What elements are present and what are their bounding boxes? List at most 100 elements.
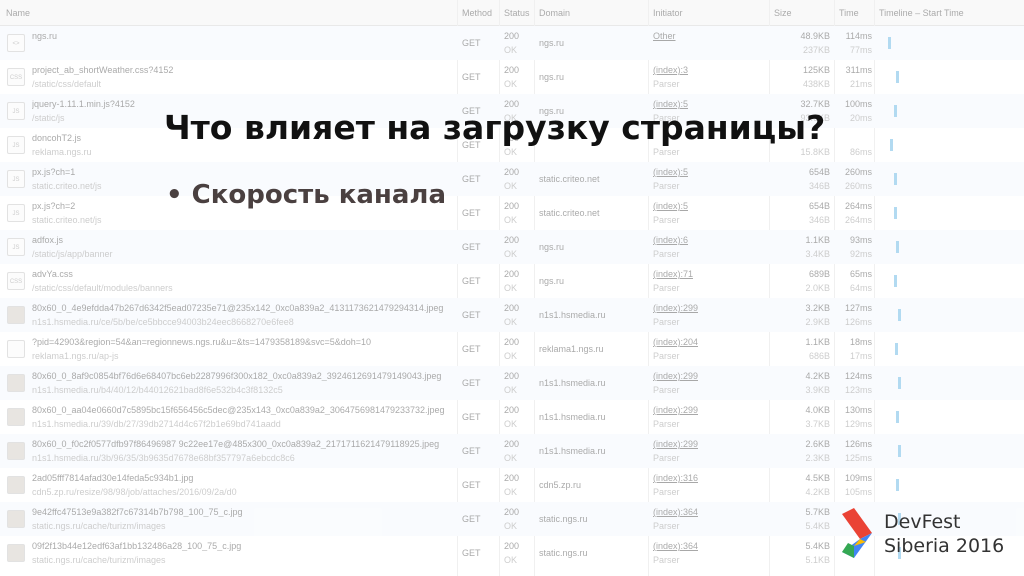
- request-status-text: OK: [504, 351, 518, 361]
- request-initiator[interactable]: (index):299: [653, 371, 698, 381]
- request-initiator[interactable]: (index):299: [653, 303, 698, 313]
- table-row[interactable]: 80x60_0_f0c2f0577dfb97f86496987 9c22ee17…: [0, 434, 1024, 468]
- request-time: 100ms: [844, 99, 872, 109]
- table-row[interactable]: <> ngs.ru GET 200 OK ngs.ru Other 48.9KB 237KB 11…: [0, 26, 1024, 60]
- timeline-bar: [896, 71, 899, 83]
- timeline-bar: [896, 411, 899, 423]
- column-timeline[interactable]: Timeline – Start Time: [879, 8, 964, 18]
- request-initiator[interactable]: (index):204: [653, 337, 698, 347]
- request-initiator[interactable]: (index):299: [653, 439, 698, 449]
- request-method: GET: [462, 242, 481, 252]
- request-domain: ngs.ru: [539, 242, 565, 252]
- request-content-size: 438KB: [802, 79, 830, 89]
- request-path: reklama.ngs.ru: [32, 147, 92, 157]
- request-name[interactable]: 80x60_0_4e9efdda47b267d6342f5ead07235e71…: [32, 303, 452, 313]
- request-method: GET: [462, 378, 481, 388]
- request-initiator[interactable]: (index):299: [653, 405, 698, 415]
- request-path: n1s1.hsmedia.ru/b4/40/12/b44012621bad8f6…: [32, 385, 283, 395]
- column-method[interactable]: Method: [462, 8, 492, 18]
- request-name[interactable]: 2ad05fff7814afad30e14feda5c934b1.jpg: [32, 473, 452, 483]
- request-path: n1s1.hsmedia.ru/ce/5b/be/ce5bbcce94003b2…: [32, 317, 294, 327]
- request-name[interactable]: px.js?ch=1: [32, 167, 452, 177]
- request-status-text: OK: [504, 555, 518, 565]
- table-row[interactable]: 80x60_0_4e9efdda47b267d6342f5ead07235e71…: [0, 298, 1024, 332]
- request-status: 200: [504, 337, 520, 347]
- request-content-size: 3.7KB: [805, 419, 830, 429]
- request-status: 200: [504, 541, 520, 551]
- table-row[interactable]: 80x60_0_aa04e0660d7c5895bc15f656456c5dec…: [0, 400, 1024, 434]
- request-path: /static/css/default: [32, 79, 102, 89]
- file-type-icon: [7, 374, 25, 392]
- request-name[interactable]: 80x60_0_aa04e0660d7c5895bc15f656456c5dec…: [32, 405, 452, 415]
- request-initiator[interactable]: (index):71: [653, 269, 693, 279]
- request-size: 4.5KB: [805, 473, 830, 483]
- request-content-size: 5.1KB: [805, 555, 830, 565]
- table-row[interactable]: JS adfox.js/static/js/app/banner GET 200 OK n…: [0, 230, 1024, 264]
- file-type-icon: [7, 442, 25, 460]
- request-latency: 264ms: [844, 215, 872, 225]
- table-row[interactable]: JS px.js?ch=2 static.criteo.net/js GET 200 OK…: [0, 196, 1024, 230]
- request-status: 200: [504, 235, 520, 245]
- request-name[interactable]: 80x60_0_f0c2f0577dfb97f86496987 9c22ee17…: [32, 439, 452, 449]
- request-content-size: 4.2KB: [805, 487, 830, 497]
- file-type-icon: JS: [7, 136, 25, 154]
- request-initiator[interactable]: (index):5: [653, 201, 688, 211]
- request-initiator-type: Parser: [653, 283, 680, 293]
- table-row[interactable]: JS px.js?ch=1 static.criteo.net/js GET 200 OK…: [0, 162, 1024, 196]
- request-size: 4.0KB: [805, 405, 830, 415]
- timeline-bar: [895, 343, 898, 355]
- column-status[interactable]: Status: [504, 8, 530, 18]
- request-content-size: 237KB: [802, 45, 830, 55]
- column-name[interactable]: Name: [6, 8, 30, 18]
- request-path: static.ngs.ru/cache/turizm/images: [32, 521, 166, 531]
- request-method: GET: [462, 344, 481, 354]
- logo-line-1: DevFest: [884, 511, 961, 533]
- column-time[interactable]: Time: [839, 8, 859, 18]
- request-method: GET: [462, 514, 481, 524]
- slide-title: Что влияет на загрузку страницы?: [164, 108, 826, 147]
- timeline-bar: [898, 445, 901, 457]
- request-name[interactable]: ?pid=42903&region=54&an=regionnews.ngs.r…: [32, 337, 452, 347]
- request-status: 200: [504, 439, 520, 449]
- request-status-text: OK: [504, 249, 518, 259]
- request-name[interactable]: project_ab_shortWeather.css?4152: [32, 65, 452, 75]
- table-row[interactable]: 2ad05fff7814afad30e14feda5c934b1.jpg cdn5…: [0, 468, 1024, 502]
- table-row[interactable]: ?pid=42903&region=54&an=regionnews.ngs.r…: [0, 332, 1024, 366]
- request-method: GET: [462, 446, 481, 456]
- request-path: n1s1.hsmedia.ru/3b/96/35/3b9635d7678e68b…: [32, 453, 295, 463]
- request-name[interactable]: ngs.ru: [32, 31, 452, 41]
- request-latency: 129ms: [844, 419, 872, 429]
- request-initiator[interactable]: (index):5: [653, 167, 688, 177]
- file-type-icon: [7, 544, 25, 562]
- request-initiator[interactable]: Other: [653, 31, 676, 41]
- request-name[interactable]: advYa.css: [32, 269, 452, 279]
- request-method: GET: [462, 412, 481, 422]
- request-name[interactable]: 9e42ffc47513e9a382f7c67314b7b798_100_75_…: [32, 507, 452, 517]
- table-row[interactable]: CSS project_ab_shortWeather.css?4152/stat…: [0, 60, 1024, 94]
- request-initiator[interactable]: (index):3: [653, 65, 688, 75]
- request-content-size: 5.4KB: [805, 521, 830, 531]
- request-status-text: OK: [504, 487, 518, 497]
- request-initiator[interactable]: (index):316: [653, 473, 698, 483]
- request-initiator[interactable]: (index):364: [653, 507, 698, 517]
- request-name[interactable]: adfox.js: [32, 235, 452, 245]
- column-size[interactable]: Size: [774, 8, 792, 18]
- request-initiator[interactable]: (index):6: [653, 235, 688, 245]
- request-size: 654B: [808, 167, 830, 177]
- request-status: 200: [504, 65, 520, 75]
- request-status: 200: [504, 201, 520, 211]
- timeline-bar: [894, 275, 897, 287]
- request-status-text: OK: [504, 521, 518, 531]
- table-row[interactable]: 80x60_0_8af9c0854bf76d6e68407bc6eb228799…: [0, 366, 1024, 400]
- column-domain[interactable]: Domain: [539, 8, 570, 18]
- request-method: GET: [462, 72, 481, 82]
- request-size: 48.9KB: [800, 31, 830, 41]
- file-type-icon: [7, 306, 25, 324]
- request-initiator-type: Parser: [653, 181, 680, 191]
- table-row[interactable]: CSS advYa.css/static/css/default/modules/…: [0, 264, 1024, 298]
- request-name[interactable]: 09f2f13b44e12edf63af1bb132486a28_100_75_…: [32, 541, 452, 551]
- column-initiator[interactable]: Initiator: [653, 8, 683, 18]
- request-content-size: 686B: [808, 351, 830, 361]
- request-name[interactable]: 80x60_0_8af9c0854bf76d6e68407bc6eb228799…: [32, 371, 452, 381]
- request-initiator[interactable]: (index):364: [653, 541, 698, 551]
